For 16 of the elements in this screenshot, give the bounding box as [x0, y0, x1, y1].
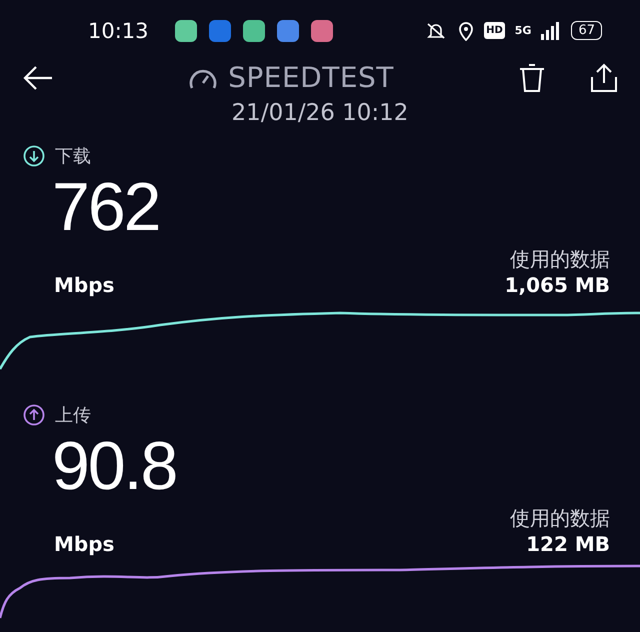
status-time: 10:13 [88, 18, 149, 42]
speed-value: 762 [51, 168, 160, 246]
app-title: SPEEDTEST [228, 61, 394, 94]
speed-unit: Mbps [54, 532, 114, 556]
speed-unit: Mbps [54, 273, 114, 297]
result-label: 上传 [55, 404, 91, 427]
data-used-value: 1,065 MB [504, 273, 610, 297]
speed-value: 90.8 [51, 427, 178, 505]
data-used-value: 122 MB [526, 532, 610, 556]
result-label: 下载 [55, 145, 91, 168]
battery-level: 67 [571, 21, 602, 40]
network-type: 5G [514, 24, 532, 37]
test-date: 21/01/26 10:12 [230, 100, 410, 126]
data-used-label: 使用的数据 [510, 505, 610, 532]
hd-badge: HD [484, 22, 505, 39]
data-used-label: 使用的数据 [510, 246, 610, 273]
